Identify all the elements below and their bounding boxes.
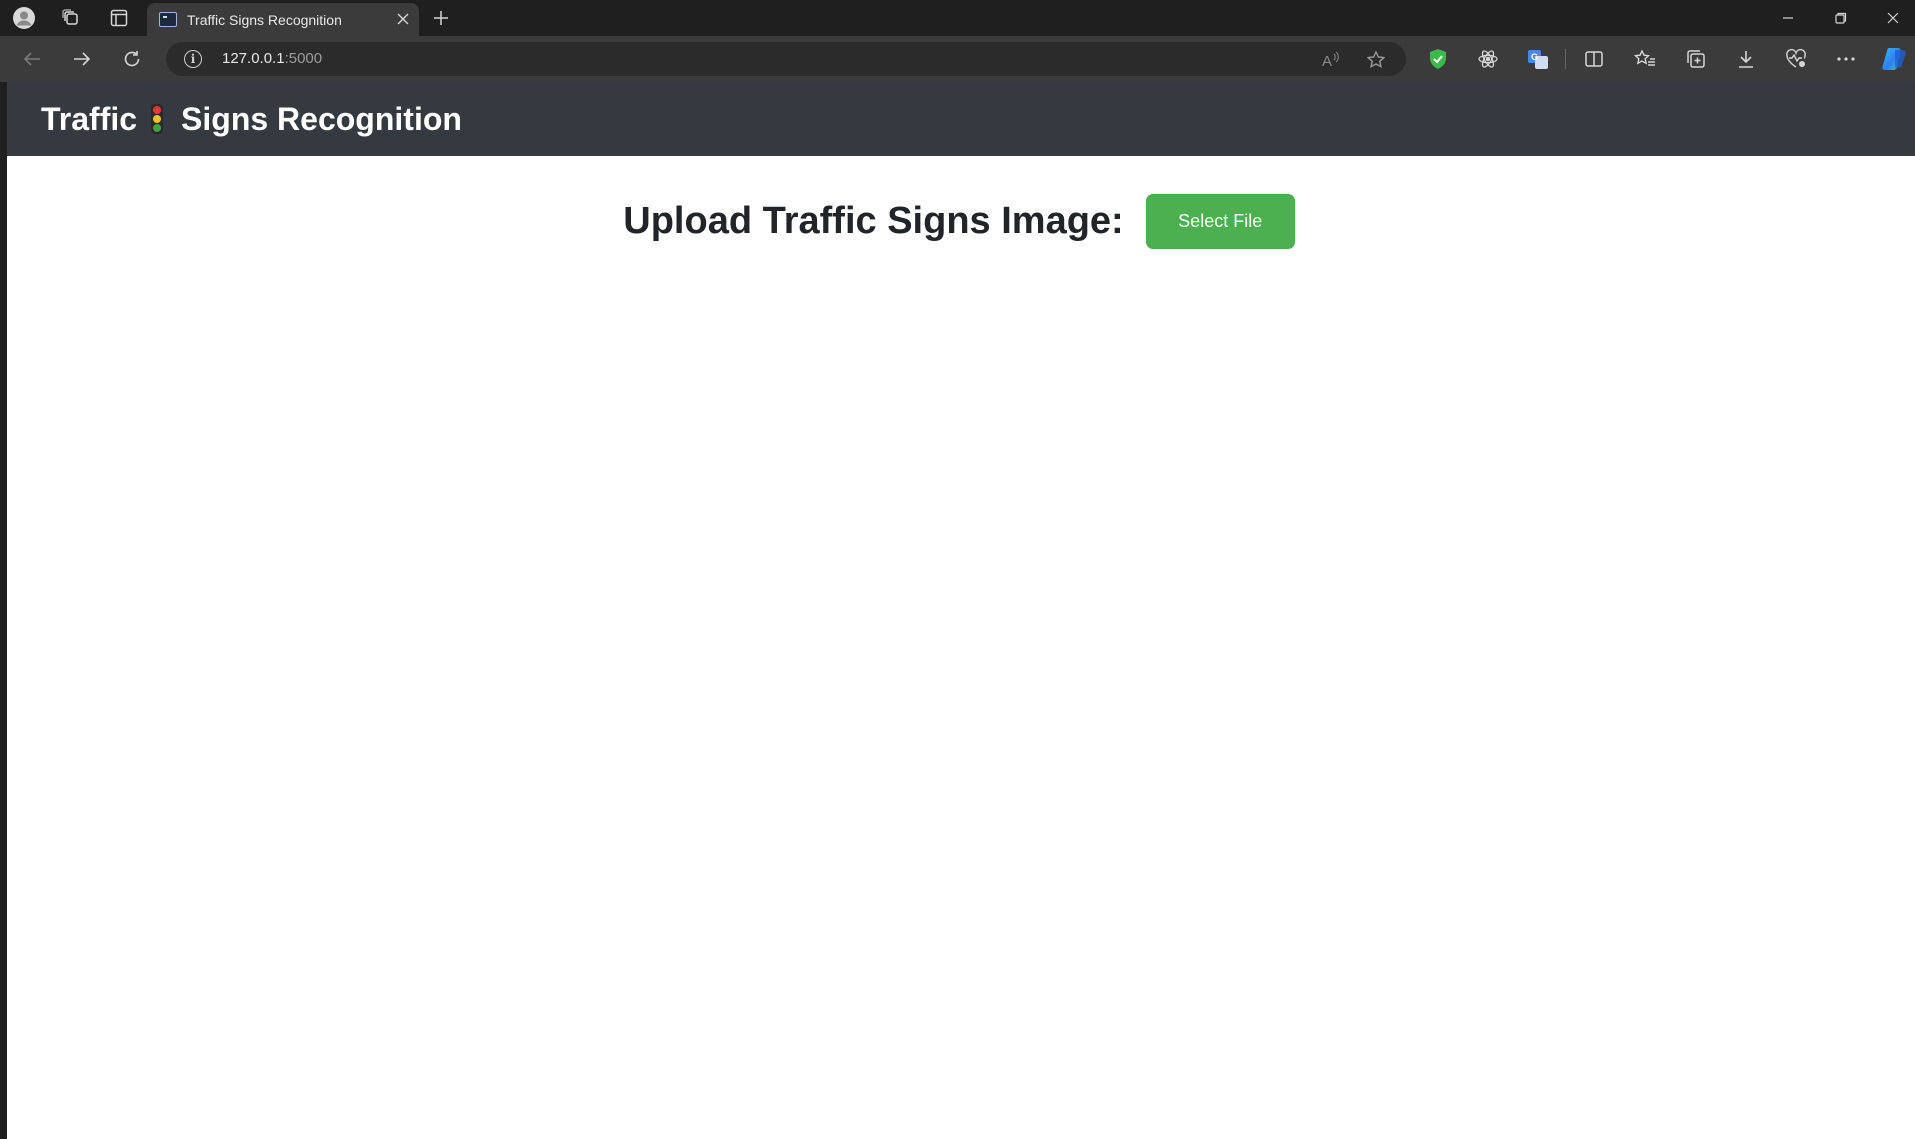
terminal-favicon-icon xyxy=(159,12,177,27)
favorites-icon[interactable] xyxy=(1632,46,1658,72)
close-icon[interactable] xyxy=(393,9,413,29)
upload-section: Upload Traffic Signs Image: Select File xyxy=(7,194,1915,249)
tab-title: Traffic Signs Recognition xyxy=(187,12,342,28)
shield-check-icon[interactable] xyxy=(1425,46,1451,72)
url-port: :5000 xyxy=(284,50,323,67)
info-icon[interactable]: i xyxy=(184,50,202,68)
page-viewport: Traffic Signs Recognition Upload Traffic… xyxy=(7,82,1915,1139)
active-tab[interactable]: Traffic Signs Recognition xyxy=(147,3,419,36)
minimize-icon[interactable] xyxy=(1762,0,1814,36)
atom-icon[interactable] xyxy=(1475,46,1501,72)
url-host: 127.0.0.1 xyxy=(222,50,285,67)
star-icon[interactable] xyxy=(1366,50,1386,70)
brand-word-traffic: Traffic xyxy=(41,100,138,137)
refresh-icon[interactable] xyxy=(118,45,146,73)
workspaces-icon[interactable] xyxy=(59,6,83,30)
back-arrow-icon[interactable] xyxy=(18,45,46,73)
heart-pulse-icon[interactable] xyxy=(1783,46,1809,72)
brand-word-signs-recognition: Signs Recognition xyxy=(181,100,462,137)
toolbar-separator xyxy=(1565,49,1566,69)
read-aloud-glyph: A xyxy=(1322,53,1332,70)
forward-arrow-icon[interactable] xyxy=(68,45,96,73)
collections-icon[interactable] xyxy=(1683,46,1709,72)
plus-icon[interactable] xyxy=(428,6,454,30)
download-icon[interactable] xyxy=(1733,46,1759,72)
translate-icon[interactable]: G xyxy=(1525,46,1551,72)
split-screen-icon[interactable] xyxy=(1581,46,1607,72)
tab-actions-icon[interactable] xyxy=(107,6,131,30)
copilot-icon[interactable] xyxy=(1881,46,1907,72)
navbar-brand[interactable]: Traffic Signs Recognition xyxy=(41,94,462,144)
url-text[interactable]: 127.0.0.1:5000 xyxy=(222,50,322,67)
browser-titlebar: Traffic Signs Recognition xyxy=(0,0,1915,36)
restore-icon[interactable] xyxy=(1815,0,1867,36)
upload-label: Upload Traffic Signs Image: xyxy=(623,200,1124,242)
profile-avatar-icon[interactable] xyxy=(12,6,36,30)
read-aloud-icon[interactable]: A xyxy=(1321,50,1341,70)
app-navbar: Traffic Signs Recognition xyxy=(7,82,1915,156)
traffic-light-icon xyxy=(151,104,164,134)
select-file-button[interactable]: Select File xyxy=(1145,194,1295,249)
svg-text:G: G xyxy=(1531,52,1538,62)
window-close-icon[interactable] xyxy=(1867,0,1915,36)
more-icon[interactable] xyxy=(1833,46,1859,72)
address-bar[interactable]: i 127.0.0.1:5000 A xyxy=(166,42,1406,76)
